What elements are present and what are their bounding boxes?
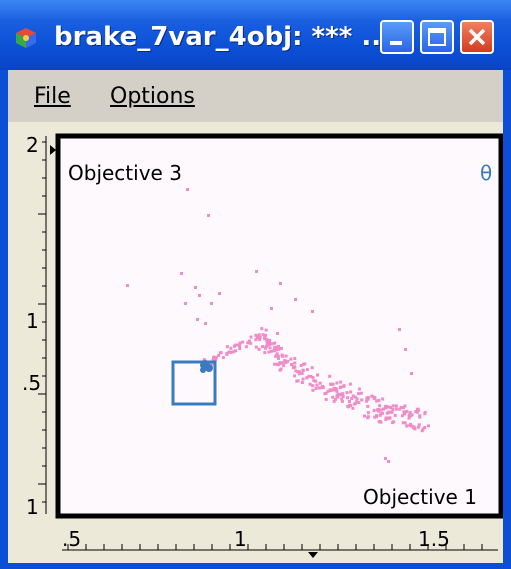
window-frame-left: [0, 70, 8, 569]
window-frame-bottom: [0, 563, 511, 569]
maximize-icon: [428, 28, 446, 46]
menu-bar: File Options: [8, 70, 503, 123]
y-objective-label: Objective 3: [68, 161, 182, 185]
x-tick-label-half: .5: [62, 527, 81, 551]
x-tick-label-1-5: 1.5: [418, 527, 450, 551]
plot-frame[interactable]: [55, 133, 503, 519]
corner-marker[interactable]: θ: [480, 161, 492, 185]
close-button[interactable]: [460, 20, 494, 54]
title-bar[interactable]: brake_7var_4obj: *** ...: [0, 0, 511, 70]
minimize-button[interactable]: [380, 20, 414, 54]
x-objective-label: Objective 1: [363, 485, 477, 509]
y-tick-label-2: 2: [26, 133, 39, 157]
minimize-icon: [390, 41, 402, 45]
window-frame-right: [503, 70, 511, 569]
x-tick-label-1: 1: [234, 527, 247, 551]
app-cube-icon: [16, 28, 36, 48]
y-tick-label-half: .5: [22, 371, 41, 395]
menu-options[interactable]: Options: [110, 84, 195, 109]
y-tick-label-1: 1: [26, 309, 39, 333]
window-title: brake_7var_4obj: *** ...: [54, 22, 392, 52]
scatter-plot[interactable]: 2 1 .5 1 Objective 3 θ Objective 1 .5 1 …: [8, 122, 503, 563]
maximize-button[interactable]: [420, 20, 454, 54]
plot-panel: 2 1 .5 1 Objective 3 θ Objective 1 .5 1 …: [8, 122, 503, 563]
menu-file[interactable]: File: [34, 84, 71, 109]
application-window: brake_7var_4obj: *** ... File Options 2 …: [0, 0, 511, 569]
close-icon: [468, 28, 486, 46]
y-tick-label-bottom: 1: [26, 495, 39, 519]
